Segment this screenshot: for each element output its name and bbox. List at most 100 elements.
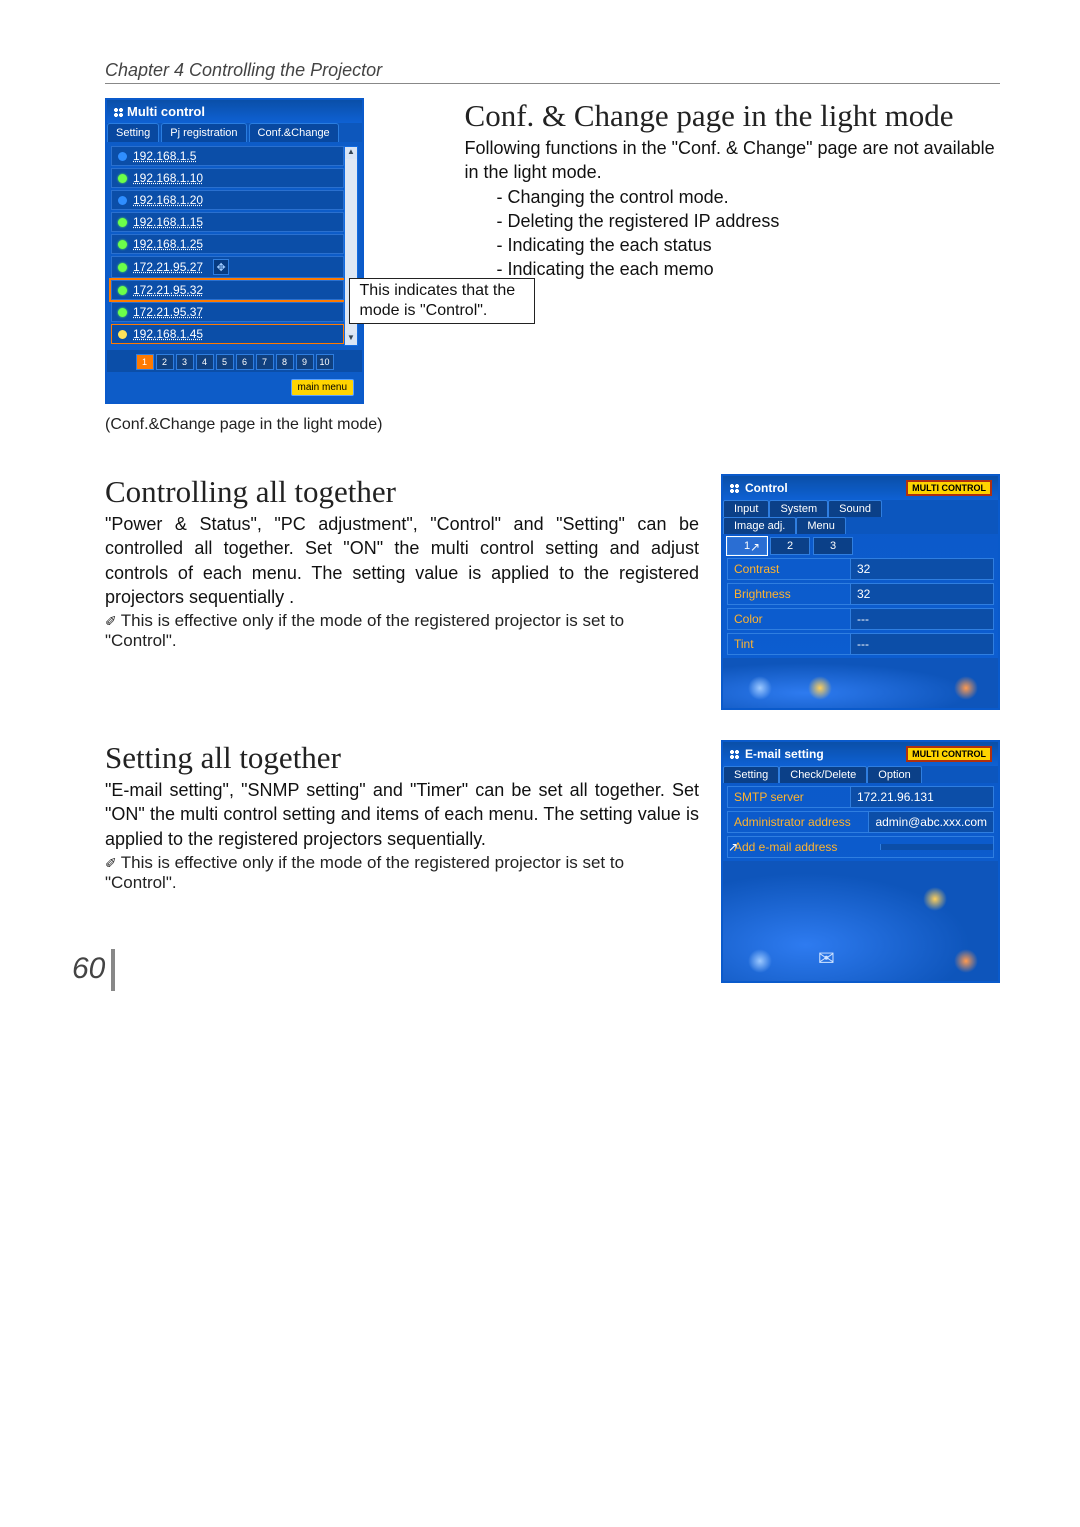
table-row[interactable]: SMTP server172.21.96.131: [727, 786, 994, 808]
section1-item: - Indicating the each memo: [497, 257, 1000, 281]
tab-input[interactable]: Input: [723, 500, 769, 517]
note-text: This is effective only if the mode of th…: [105, 853, 624, 892]
tab-setting[interactable]: Setting: [723, 766, 779, 783]
table-row[interactable]: Brightness32: [727, 583, 994, 605]
ip-list: 192.168.1.5 192.168.1.10 192.168.1.20 19…: [111, 146, 344, 346]
table-row[interactable]: Add e-mail address: [727, 836, 994, 858]
glow-icon: [923, 887, 947, 911]
ip-text: 192.168.1.25: [133, 237, 203, 251]
row-label: Tint: [728, 634, 850, 654]
subset-tab-2[interactable]: 2: [770, 537, 810, 555]
glow-icon: [748, 676, 772, 700]
panel-title-text: Control: [745, 481, 788, 495]
multi-control-badge: MULTI CONTROL: [906, 746, 992, 762]
multi-control-window: Multi control Setting Pj registration Co…: [105, 98, 364, 404]
row-label: Administrator address: [728, 812, 868, 832]
section-title-controlling: Controlling all together: [105, 474, 699, 510]
pager-6[interactable]: 6: [236, 354, 254, 370]
tab-pj-registration[interactable]: Pj registration: [161, 123, 246, 142]
panel-title-text: E-mail setting: [745, 747, 824, 761]
tab-bar: Setting Pj registration Conf.&Change: [107, 123, 362, 142]
tab-setting[interactable]: Setting: [107, 123, 159, 142]
section3-body: "E-mail setting", "SNMP setting" and "Ti…: [105, 778, 699, 851]
annotation-callout: This indicates that the mode is "Control…: [349, 278, 535, 324]
chapter-header: Chapter 4 Controlling the Projector: [105, 60, 1000, 84]
row-label: Contrast: [728, 559, 850, 579]
section3-note: ✐This is effective only if the mode of t…: [105, 853, 699, 893]
email-setting-panel: E-mail setting MULTI CONTROL Setting Che…: [721, 740, 1000, 983]
ip-text: 172.21.95.37: [133, 305, 203, 319]
status-dot: [118, 286, 127, 295]
window-title: Multi control: [107, 100, 362, 123]
table-row[interactable]: Administrator addressadmin@abc.xxx.com: [727, 811, 994, 833]
pager: 1 2 3 4 5 6 7 8 9 10: [107, 350, 362, 372]
status-dot: [118, 240, 127, 249]
list-item[interactable]: 192.168.1.5: [111, 146, 344, 166]
ip-text: 172.21.95.27: [133, 260, 203, 274]
tab-conf-change[interactable]: Conf.&Change: [249, 123, 339, 142]
tab-sound[interactable]: Sound: [828, 500, 882, 517]
ip-text: 172.21.95.32: [133, 283, 203, 297]
pager-10[interactable]: 10: [316, 354, 334, 370]
list-item[interactable]: 172.21.95.37: [111, 302, 344, 322]
scroll-up-button[interactable]: ▲: [345, 147, 357, 159]
note-text: This is effective only if the mode of th…: [105, 611, 624, 650]
section-title-setting: Setting all together: [105, 740, 699, 776]
table-row[interactable]: Tint---: [727, 633, 994, 655]
table-row[interactable]: Color---: [727, 608, 994, 630]
tab-image-adj[interactable]: Image adj.: [723, 517, 796, 534]
list-item[interactable]: 192.168.1.10: [111, 168, 344, 188]
status-dot: [118, 196, 127, 205]
move-icon: ✥: [213, 259, 229, 275]
panel-footer: [723, 658, 998, 708]
glow-icon: [808, 676, 832, 700]
pager-8[interactable]: 8: [276, 354, 294, 370]
page-number-divider: [111, 949, 115, 991]
list-item[interactable]: 192.168.1.20: [111, 190, 344, 210]
row-value: 172.21.96.131: [850, 787, 993, 807]
section1-body: Following functions in the "Conf. & Chan…: [465, 136, 1000, 185]
list-item[interactable]: 192.168.1.15: [111, 212, 344, 232]
app-icon: [729, 749, 739, 759]
status-dot: [118, 330, 127, 339]
list-item[interactable]: 192.168.1.25: [111, 234, 344, 254]
pager-9[interactable]: 9: [296, 354, 314, 370]
pager-3[interactable]: 3: [176, 354, 194, 370]
page-number-text: 60: [72, 952, 105, 985]
row-value: admin@abc.xxx.com: [868, 812, 993, 832]
section-title-conf-change: Conf. & Change page in the light mode: [465, 98, 1000, 134]
pager-1[interactable]: 1: [136, 354, 154, 370]
app-icon: [729, 483, 739, 493]
ip-text: 192.168.1.45: [133, 327, 203, 341]
tab-check-delete[interactable]: Check/Delete: [779, 766, 867, 783]
section2-body: "Power & Status", "PC adjustment", "Cont…: [105, 512, 699, 609]
row-value: ---: [850, 634, 993, 654]
ip-text: 192.168.1.5: [133, 149, 196, 163]
pager-5[interactable]: 5: [216, 354, 234, 370]
section1-item: - Deleting the registered IP address: [497, 209, 1000, 233]
window-title-text: Multi control: [127, 104, 205, 119]
list-item[interactable]: 172.21.95.27 ✥: [111, 256, 344, 278]
main-menu-button[interactable]: main menu: [291, 379, 354, 396]
glow-icon: [954, 676, 978, 700]
tab-menu[interactable]: Menu: [796, 517, 846, 534]
section1-item: - Changing the control mode.: [497, 185, 1000, 209]
tab-option[interactable]: Option: [867, 766, 921, 783]
row-label: Brightness: [728, 584, 850, 604]
subset-tab-1[interactable]: 1: [727, 537, 767, 555]
list-item-selected[interactable]: 172.21.95.32: [111, 280, 344, 300]
pager-7[interactable]: 7: [256, 354, 274, 370]
row-label: Add e-mail address: [728, 837, 880, 857]
subset-tab-3[interactable]: 3: [813, 537, 853, 555]
status-dot: [118, 263, 127, 272]
pager-4[interactable]: 4: [196, 354, 214, 370]
glow-icon: [954, 949, 978, 973]
list-item[interactable]: 192.168.1.45: [111, 324, 344, 344]
row-label: Color: [728, 609, 850, 629]
panel-footer: ✉: [723, 861, 998, 981]
tab-system[interactable]: System: [769, 500, 828, 517]
status-dot: [118, 218, 127, 227]
row-value: 32: [850, 559, 993, 579]
pager-2[interactable]: 2: [156, 354, 174, 370]
table-row[interactable]: Contrast32: [727, 558, 994, 580]
